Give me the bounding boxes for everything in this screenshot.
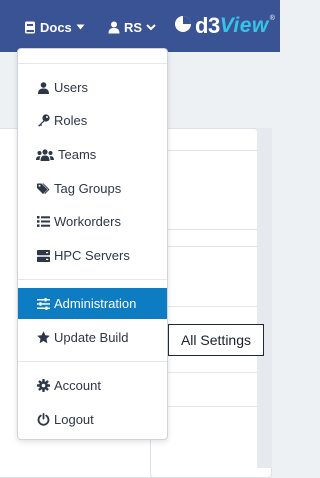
menu-divider — [18, 63, 167, 64]
docs-label: Docs — [40, 19, 72, 35]
tags-icon — [36, 182, 50, 196]
key-icon — [36, 114, 50, 128]
gear-icon — [36, 379, 50, 393]
star-icon — [36, 331, 50, 345]
menu-divider — [18, 361, 167, 362]
tooltip-text: All Settings — [180, 332, 252, 348]
power-icon — [36, 413, 50, 427]
menu-item-administration[interactable]: Administration — [18, 288, 167, 319]
pie-chart-icon — [174, 15, 192, 38]
users-icon — [36, 148, 54, 162]
caret-down-icon — [76, 24, 85, 30]
book-icon — [24, 21, 36, 34]
menu-item-label: Account — [54, 378, 101, 393]
menu-item-label: Roles — [54, 113, 88, 128]
menu-item-workorders[interactable]: Workorders — [18, 206, 167, 237]
list-icon — [36, 215, 50, 229]
menu-item-label: HPC Servers — [54, 248, 130, 263]
logo-text-view: View — [219, 14, 269, 37]
menu-item-update-build[interactable]: Update Build — [18, 322, 167, 353]
menu-item-label: Teams — [58, 147, 97, 162]
docs-menu-button[interactable]: Docs — [24, 16, 85, 38]
menu-item-label: Workorders — [54, 214, 121, 229]
app-logo[interactable]: d3 View ® — [174, 13, 275, 39]
user-initials: RS — [124, 19, 143, 35]
menu-item-roles[interactable]: Roles — [18, 105, 167, 136]
menu-item-users[interactable]: Users — [18, 72, 167, 103]
menu-item-account[interactable]: Account — [18, 370, 167, 401]
menu-item-logout[interactable]: Logout — [18, 404, 167, 435]
user-dropdown-menu: Users Roles Teams Tag Groups Workorders … — [17, 48, 168, 440]
menu-item-tag-groups[interactable]: Tag Groups — [18, 173, 167, 204]
user-icon — [36, 81, 50, 95]
user-icon — [108, 21, 120, 34]
menu-item-label: Users — [54, 80, 88, 95]
menu-item-label: Update Build — [54, 330, 129, 345]
menu-item-label: Tag Groups — [54, 181, 122, 196]
chevron-down-icon — [146, 23, 156, 31]
sliders-icon — [36, 297, 50, 311]
registered-mark: ® — [269, 15, 275, 22]
page-scrollbar[interactable] — [257, 128, 272, 468]
logo-text-d3: d3 — [195, 13, 220, 38]
content-card-bottom — [150, 246, 272, 478]
menu-divider — [18, 279, 167, 280]
content-card-top — [150, 150, 272, 230]
menu-item-teams[interactable]: Teams — [18, 139, 167, 170]
user-menu-button[interactable]: RS — [108, 16, 156, 38]
top-navbar: Docs RS d3 View ® — [0, 0, 280, 52]
tooltip-all-settings: All Settings — [168, 324, 264, 356]
server-icon — [36, 249, 50, 263]
menu-item-hpc-servers[interactable]: HPC Servers — [18, 240, 167, 271]
menu-item-label: Administration — [54, 296, 137, 311]
menu-item-label: Logout — [54, 412, 94, 427]
